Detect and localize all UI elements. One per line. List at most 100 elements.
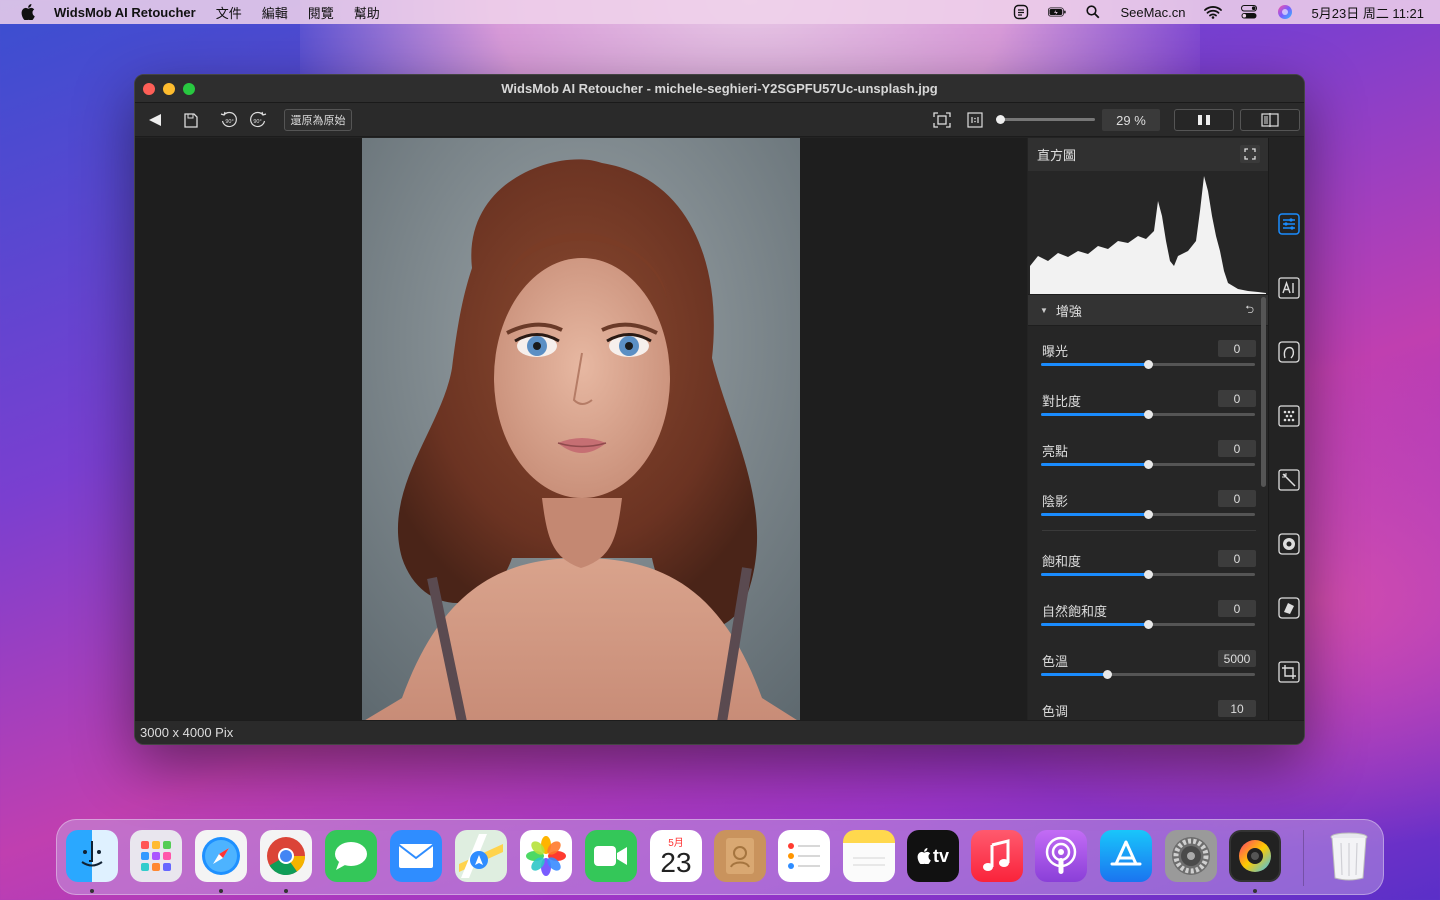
back-arrow-icon bbox=[149, 114, 161, 126]
sidebar-texture-button[interactable] bbox=[1278, 405, 1300, 427]
menu-file[interactable]: 文件 bbox=[216, 3, 242, 22]
adjustment-value-field[interactable]: 0 bbox=[1218, 600, 1256, 617]
dock-system-preferences[interactable] bbox=[1165, 830, 1217, 882]
adjustment-value-field[interactable]: 0 bbox=[1218, 550, 1256, 567]
zoom-slider-knob[interactable] bbox=[995, 115, 1005, 124]
adjustment-slider-knob[interactable] bbox=[1144, 570, 1153, 579]
adjustment-label: 自然飽和度 bbox=[1042, 604, 1108, 619]
menu-help[interactable]: 幫助 bbox=[354, 3, 380, 22]
dock-chrome[interactable] bbox=[260, 830, 312, 882]
dock-maps[interactable] bbox=[455, 830, 507, 882]
expand-histogram-button[interactable] bbox=[1240, 145, 1260, 163]
dock-messages[interactable] bbox=[325, 830, 377, 882]
adjustment-value-field[interactable]: 0 bbox=[1218, 440, 1256, 457]
adjustment-slider-knob[interactable] bbox=[1144, 620, 1153, 629]
disclosure-triangle-icon[interactable]: ▼ bbox=[1040, 306, 1048, 315]
sidebar-crop-button[interactable] bbox=[1278, 661, 1300, 683]
dock-calendar[interactable]: 5月 23 bbox=[650, 830, 702, 882]
panel-scrollbar[interactable] bbox=[1261, 297, 1266, 487]
adjustment-slider[interactable] bbox=[1041, 510, 1255, 519]
dock-photos[interactable] bbox=[520, 830, 572, 882]
fit-screen-icon bbox=[933, 112, 951, 128]
portrait-photo[interactable] bbox=[362, 138, 800, 722]
adjustment-slider-knob[interactable] bbox=[1144, 460, 1153, 469]
zoom-window-button[interactable] bbox=[183, 83, 195, 95]
adjustment-slider-knob[interactable] bbox=[1144, 410, 1153, 419]
compare-view-button[interactable] bbox=[1240, 109, 1300, 131]
adjustment-slider[interactable] bbox=[1041, 460, 1255, 469]
close-window-button[interactable] bbox=[143, 83, 155, 95]
adjustment-value-field[interactable]: 5000 bbox=[1218, 650, 1256, 667]
wifi-icon[interactable] bbox=[1203, 5, 1222, 19]
face-retouch-icon bbox=[1278, 341, 1300, 363]
adjustment-slider-knob[interactable] bbox=[1144, 360, 1153, 369]
dock-safari[interactable] bbox=[195, 830, 247, 882]
zoom-percent-field[interactable]: 29 % bbox=[1102, 109, 1160, 131]
dock-apple-tv[interactable]: tv bbox=[907, 830, 959, 882]
dock-podcasts[interactable] bbox=[1035, 830, 1087, 882]
adjustment-value-field[interactable]: 0 bbox=[1218, 340, 1256, 357]
dock-contacts[interactable] bbox=[714, 830, 766, 882]
dock-running-indicator bbox=[90, 889, 94, 893]
dock-trash[interactable] bbox=[1323, 830, 1375, 882]
sidebar-ai-button[interactable] bbox=[1278, 277, 1300, 299]
dock-widsmob-retoucher[interactable] bbox=[1229, 830, 1281, 882]
enhance-section-header[interactable]: ▼ 增強 ⮌ bbox=[1028, 294, 1268, 326]
fit-screen-button[interactable] bbox=[932, 109, 952, 131]
sidebar-magic-button[interactable] bbox=[1278, 469, 1300, 491]
adjustment-slider[interactable] bbox=[1041, 670, 1255, 679]
adjustment-slider[interactable] bbox=[1041, 410, 1255, 419]
zoom-slider[interactable] bbox=[995, 115, 1095, 124]
adjustment-slider-fill bbox=[1041, 623, 1148, 626]
histogram bbox=[1028, 171, 1268, 294]
siri-icon[interactable] bbox=[1276, 5, 1294, 19]
adjustment-row: 亮點 0 bbox=[1028, 426, 1268, 476]
adjustment-value-field[interactable]: 0 bbox=[1218, 390, 1256, 407]
adjustment-slider[interactable] bbox=[1041, 570, 1255, 579]
dock-notes[interactable] bbox=[843, 830, 895, 882]
rotate-right-button[interactable]: 90° bbox=[248, 109, 268, 131]
adjustment-value-field[interactable]: 0 bbox=[1218, 490, 1256, 507]
sidebar-lens-button[interactable] bbox=[1278, 533, 1300, 555]
dock-facetime[interactable] bbox=[585, 830, 637, 882]
menu-app-name[interactable]: WidsMob AI Retoucher bbox=[54, 5, 196, 20]
dock-finder[interactable] bbox=[66, 830, 118, 882]
reset-section-icon[interactable]: ⮌ bbox=[1245, 301, 1254, 320]
menu-view[interactable]: 閱覽 bbox=[308, 3, 334, 22]
contacts-book-icon bbox=[726, 838, 754, 874]
adjustment-slider-knob[interactable] bbox=[1103, 670, 1113, 679]
dock-app-store[interactable] bbox=[1100, 830, 1152, 882]
control-center-icon[interactable] bbox=[1240, 5, 1258, 19]
dock-music[interactable] bbox=[971, 830, 1023, 882]
dock-reminders[interactable] bbox=[778, 830, 830, 882]
facetime-camera-icon bbox=[594, 846, 627, 866]
sidebar-adjust-button[interactable] bbox=[1278, 213, 1300, 235]
menubar-clock[interactable]: 5月23日 周二 11:21 bbox=[1312, 3, 1424, 22]
sidebar-eraser-button[interactable] bbox=[1278, 597, 1300, 619]
battery-icon[interactable] bbox=[1048, 5, 1067, 19]
rotate-left-button[interactable]: 90° bbox=[219, 109, 239, 131]
tool-sidebar bbox=[1268, 138, 1304, 722]
back-button[interactable] bbox=[147, 109, 163, 131]
status-menu-icon[interactable] bbox=[1012, 4, 1030, 20]
apple-icon[interactable] bbox=[18, 2, 38, 22]
adjustment-slider[interactable] bbox=[1041, 620, 1255, 629]
spotlight-search-icon[interactable] bbox=[1084, 5, 1102, 19]
adjustment-value-field[interactable]: 10 bbox=[1218, 700, 1256, 717]
single-view-button[interactable] bbox=[1174, 109, 1234, 131]
adjustment-label: 陰影 bbox=[1042, 494, 1069, 509]
window-title: WidsMob AI Retoucher - michele-seghieri-… bbox=[501, 81, 938, 96]
minimize-window-button[interactable] bbox=[163, 83, 175, 95]
sidebar-portrait-button[interactable] bbox=[1278, 341, 1300, 363]
actual-size-button[interactable] bbox=[966, 109, 984, 131]
dock-mail[interactable] bbox=[390, 830, 442, 882]
dock-launchpad[interactable] bbox=[130, 830, 182, 882]
menubar-site-label[interactable]: SeeMac.cn bbox=[1120, 5, 1185, 20]
save-button[interactable] bbox=[182, 109, 200, 131]
trash-icon bbox=[1330, 832, 1368, 881]
adjustment-slider[interactable] bbox=[1041, 360, 1255, 369]
adjustment-slider-knob[interactable] bbox=[1144, 510, 1153, 519]
restore-original-button[interactable]: 還原為原始 bbox=[284, 109, 352, 131]
image-canvas[interactable] bbox=[135, 138, 1027, 722]
menu-edit[interactable]: 編輯 bbox=[262, 3, 288, 22]
